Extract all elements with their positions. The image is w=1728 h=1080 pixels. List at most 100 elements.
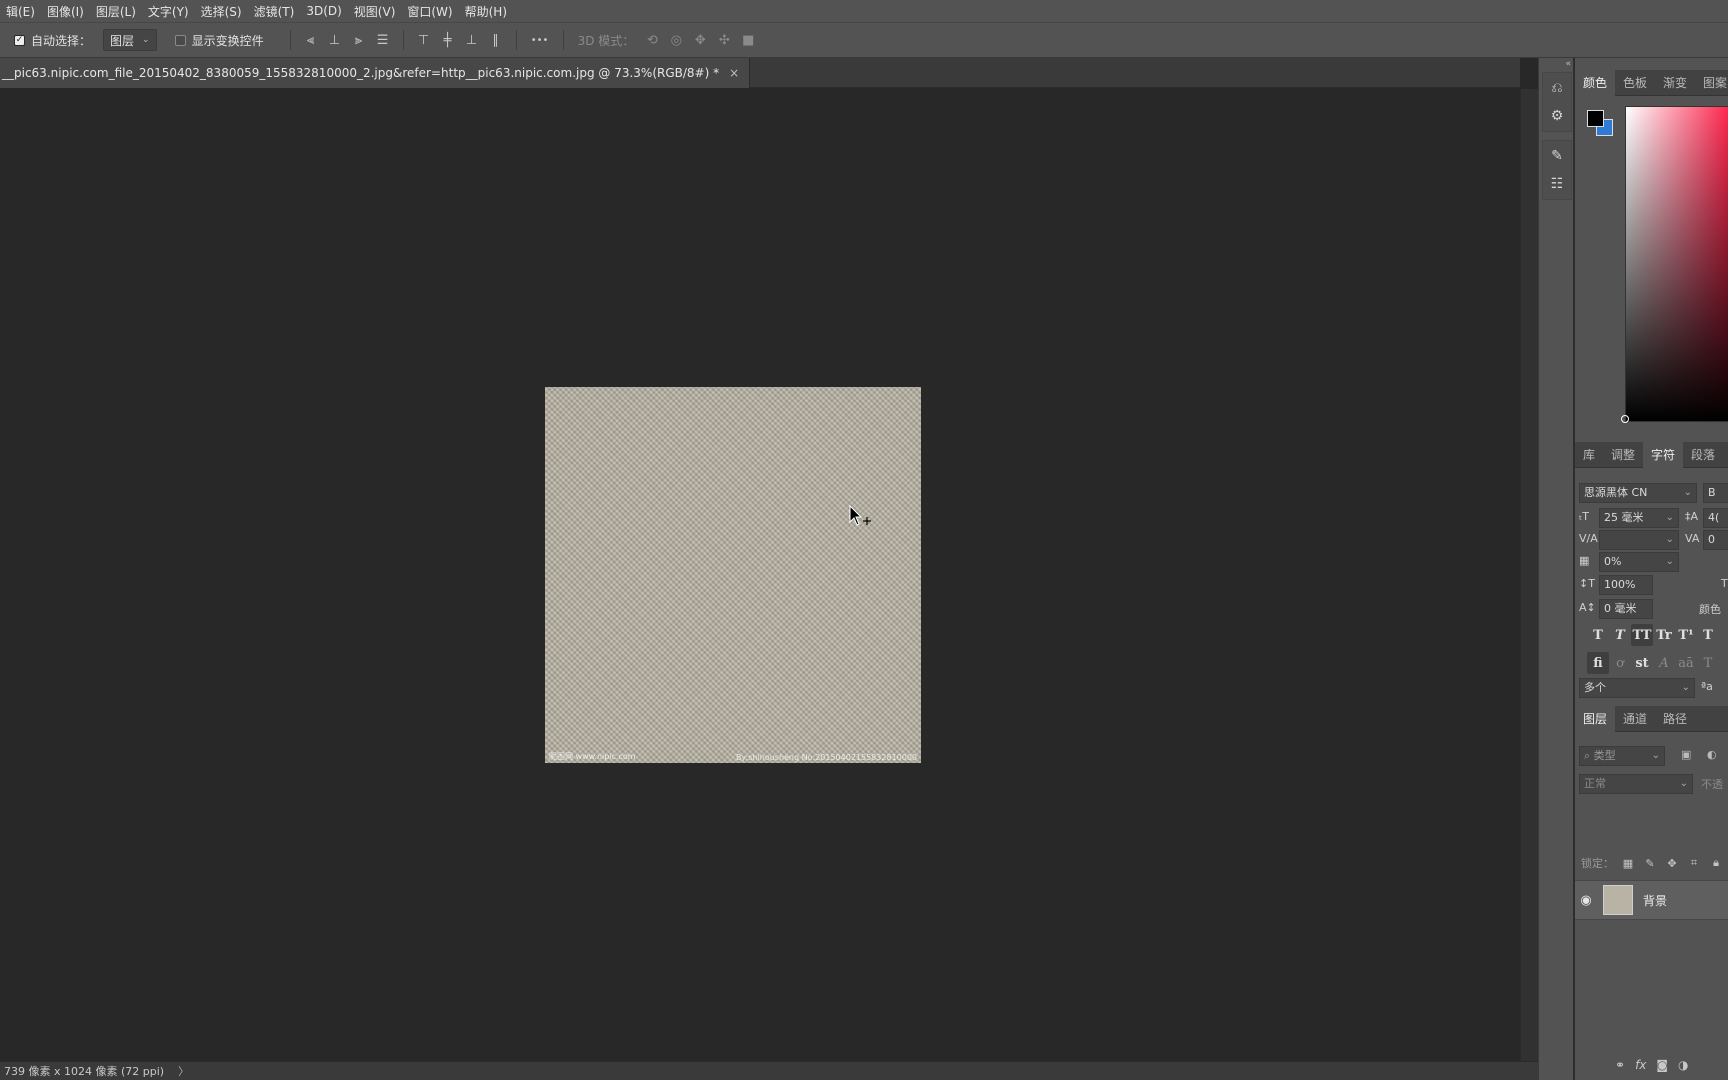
lock-all-icon[interactable]: 🔒︎ — [1708, 855, 1724, 871]
align-left-icon[interactable]: ⫷ — [299, 28, 323, 52]
tracking-icon: VA — [1685, 532, 1700, 545]
tab-paragraph[interactable]: 段落 — [1683, 442, 1723, 468]
watermark-right: By:shihousheng No:20150402155832810000 — [735, 753, 917, 762]
tab-swatches[interactable]: 色板 — [1615, 70, 1655, 96]
faux-bold-button[interactable]: T — [1587, 624, 1609, 646]
layer-row[interactable]: ◉ 背景 — [1575, 880, 1728, 920]
show-transform-checkbox[interactable] — [174, 34, 186, 46]
foreground-color-swatch[interactable] — [1587, 110, 1604, 127]
tab-paths[interactable]: 路径 — [1655, 706, 1695, 732]
stylistic-alternates-button[interactable]: aā — [1675, 652, 1697, 674]
leading-field[interactable]: 4( — [1703, 508, 1728, 528]
discretionary-ligatures-button[interactable]: st — [1631, 652, 1653, 674]
divider — [515, 30, 517, 50]
font-size-field[interactable]: 25 毫米 ⌄ — [1599, 508, 1679, 528]
align-top-icon[interactable]: ⊤ — [412, 28, 436, 52]
tab-gradients[interactable]: 渐变 — [1655, 70, 1695, 96]
font-family-value: 思源黑体 CN — [1584, 486, 1648, 499]
layer-mask-icon[interactable]: ◙ — [1656, 1058, 1668, 1072]
menu-window[interactable]: 窗口(W) — [401, 3, 458, 20]
tab-color[interactable]: 颜色 — [1575, 70, 1616, 96]
menu-filter[interactable]: 滤镜(T) — [248, 3, 301, 20]
menu-edit[interactable]: 辑(E) — [0, 3, 41, 20]
color-picker-handle[interactable] — [1621, 415, 1629, 423]
menu-select[interactable]: 选择(S) — [195, 3, 248, 20]
search-icon: ⌕ — [1584, 749, 1594, 762]
document-tab[interactable]: __pic63.nipic.com_file_20150402_8380059_… — [0, 58, 751, 88]
roll-3d-icon[interactable]: ◎ — [664, 28, 688, 52]
tab-channels[interactable]: 通道 — [1615, 706, 1655, 732]
baseline-shift-field[interactable]: 0 毫米 — [1599, 599, 1653, 619]
canvas-area[interactable]: 昵图网 www.nipic.com By:shihousheng No:2015… — [0, 89, 1520, 1061]
auto-select-target-dropdown[interactable]: 图层 ⌄ — [103, 29, 157, 51]
collapse-panels-icon[interactable]: « — [1539, 58, 1575, 70]
tab-layers[interactable]: 图层 — [1575, 706, 1616, 732]
kerning-field[interactable]: ⌄ — [1599, 530, 1679, 550]
font-style-select[interactable]: B — [1703, 483, 1728, 503]
tab-libraries[interactable]: 库 — [1575, 442, 1603, 468]
distribute-h-icon[interactable]: ☰ — [371, 28, 395, 52]
menu-layer[interactable]: 图层(L) — [90, 3, 142, 20]
blend-mode-select[interactable]: 正常 ⌄ — [1579, 774, 1693, 794]
orbit-3d-icon[interactable]: ⟲ — [640, 28, 664, 52]
tab-adjustments[interactable]: 调整 — [1603, 442, 1643, 468]
align-middle-v-icon[interactable]: ╪ — [436, 28, 460, 52]
auto-select-checkbox[interactable]: ✓ — [14, 34, 25, 46]
lock-label: 锁定： — [1581, 857, 1614, 870]
font-family-select[interactable]: 思源黑体 CN ⌄ — [1579, 483, 1697, 503]
brush-settings-icon[interactable]: ✎ — [1545, 144, 1569, 168]
text-color-label[interactable]: 颜色 — [1699, 601, 1721, 617]
menu-image[interactable]: 图像(I) — [41, 3, 90, 20]
camera-3d-icon[interactable]: ■ — [736, 28, 760, 52]
visibility-eye-icon[interactable]: ◉ — [1575, 893, 1597, 908]
close-tab-icon[interactable]: × — [729, 66, 739, 80]
color-picker-field[interactable] — [1625, 106, 1728, 422]
small-caps-button[interactable]: Tr — [1653, 624, 1675, 646]
filter-pixel-icon[interactable]: ▣ — [1681, 748, 1691, 761]
slide-3d-icon[interactable]: ✣ — [712, 28, 736, 52]
all-caps-button[interactable]: TT — [1631, 624, 1653, 646]
lock-position-icon[interactable]: ✥ — [1664, 855, 1680, 871]
align-right-icon[interactable]: ⫸ — [347, 28, 371, 52]
divider — [289, 30, 291, 50]
lock-artboard-icon[interactable]: ⌗ — [1686, 855, 1702, 871]
lock-image-icon[interactable]: ✎ — [1642, 855, 1658, 871]
subscript-button[interactable]: T — [1697, 624, 1719, 646]
align-bottom-icon[interactable]: ⊥ — [460, 28, 484, 52]
vertical-scale-field[interactable]: 100% — [1599, 575, 1653, 595]
titling-button[interactable]: T — [1697, 652, 1719, 674]
old-style-button[interactable]: ơ — [1609, 652, 1631, 674]
tsume-value: 0% — [1604, 555, 1622, 568]
menu-help[interactable]: 帮助(H) — [459, 3, 513, 20]
adjustments-sliders-icon[interactable]: ☷ — [1545, 172, 1569, 196]
filter-adjustment-icon[interactable]: ◐ — [1707, 748, 1717, 761]
align-center-h-icon[interactable]: ⊥ — [323, 28, 347, 52]
auto-select-label: 自动选择： — [31, 33, 92, 48]
tsume-field[interactable]: 0% ⌄ — [1599, 552, 1679, 572]
swash-button[interactable]: A — [1653, 652, 1675, 674]
menu-3d[interactable]: 3D(D) — [300, 4, 347, 18]
tracking-field[interactable]: 0 — [1703, 530, 1728, 550]
new-fill-layer-icon[interactable]: ◑ — [1678, 1058, 1688, 1072]
superscript-button[interactable]: T¹ — [1675, 624, 1697, 646]
status-menu-arrow[interactable]: 〉 — [178, 1063, 189, 1079]
tab-character[interactable]: 字符 — [1643, 442, 1684, 468]
anti-alias-icon[interactable]: ªa — [1701, 680, 1713, 693]
menu-view[interactable]: 视图(V) — [348, 3, 402, 20]
faux-italic-button[interactable]: T — [1609, 624, 1631, 646]
layer-style-fx-icon[interactable]: fx — [1635, 1058, 1646, 1072]
history-icon[interactable]: ⎌ — [1545, 76, 1569, 100]
layer-filter-select[interactable]: ⌕ 类型 ⌄ — [1579, 746, 1665, 766]
link-layers-icon[interactable]: ⚭ — [1615, 1058, 1625, 1072]
pan-3d-icon[interactable]: ✥ — [688, 28, 712, 52]
lock-transparent-icon[interactable]: ▦ — [1620, 855, 1636, 871]
ligatures-button[interactable]: fi — [1587, 652, 1609, 674]
menu-type[interactable]: 文字(Y) — [142, 3, 195, 20]
tab-patterns[interactable]: 图案 — [1695, 70, 1728, 96]
properties-icon[interactable]: ⚙ — [1545, 104, 1569, 128]
language-select[interactable]: 多个 ⌄ — [1579, 678, 1695, 698]
document-image[interactable]: 昵图网 www.nipic.com By:shihousheng No:2015… — [545, 387, 921, 763]
more-options-button[interactable]: ••• — [525, 28, 555, 52]
vertical-scrollbar[interactable] — [1520, 89, 1538, 1061]
distribute-v-icon[interactable]: ∥ — [484, 28, 508, 52]
